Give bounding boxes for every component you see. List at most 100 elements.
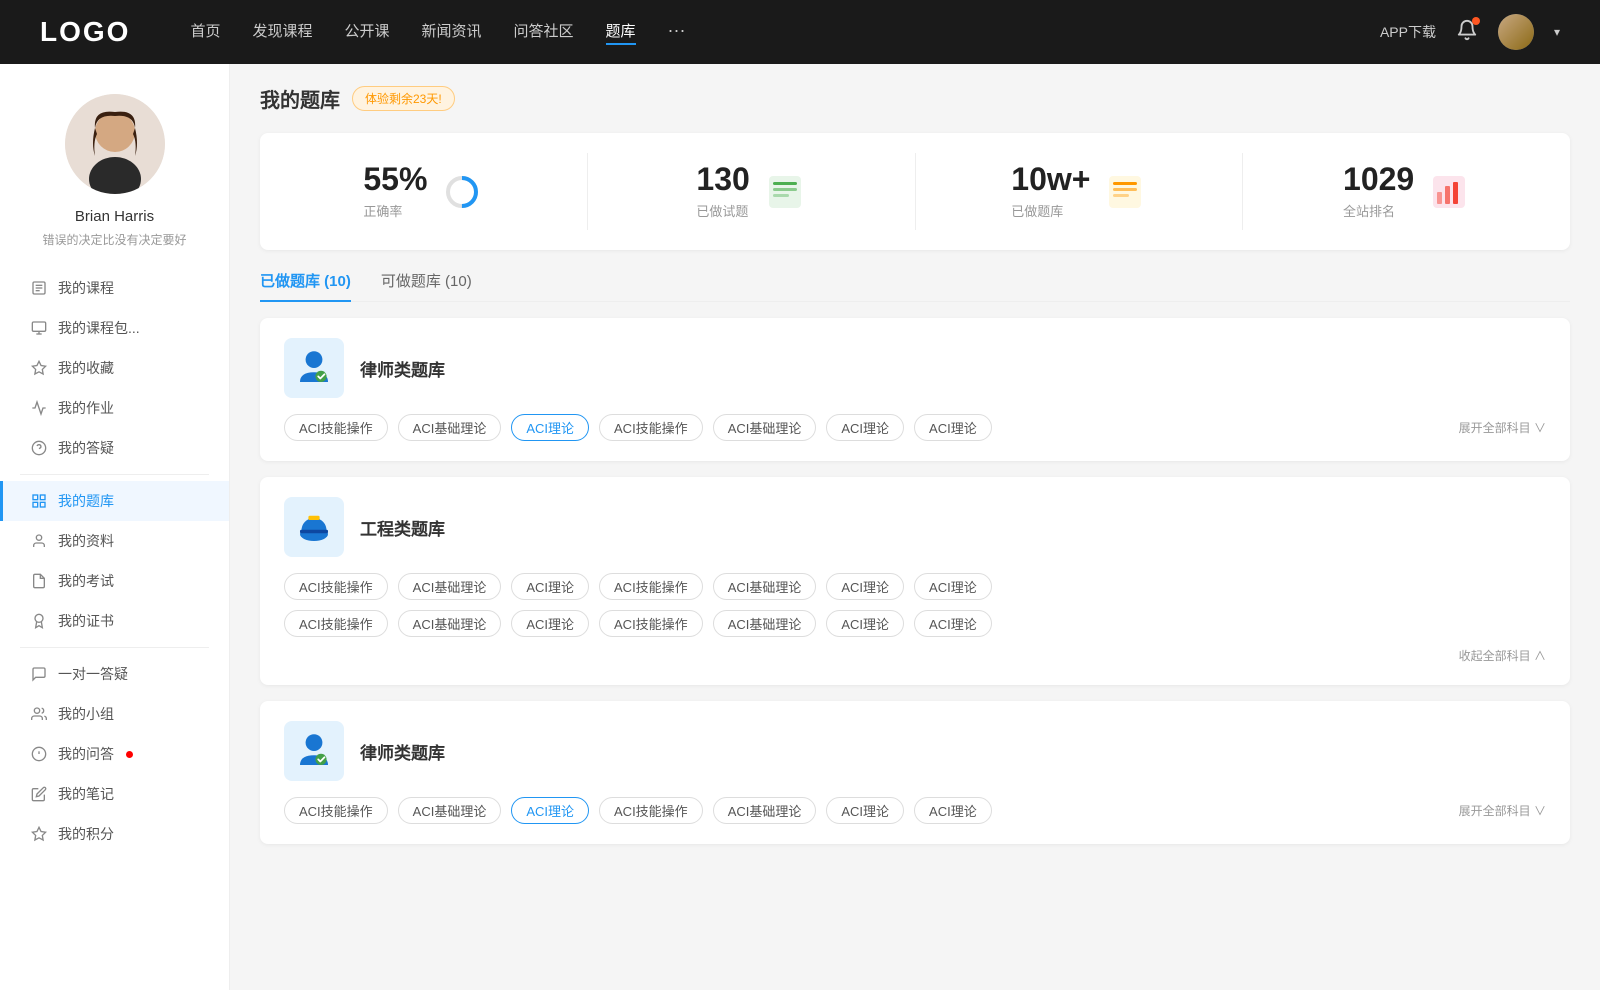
person-icon [30, 532, 48, 550]
tag-2-r2-0[interactable]: ACI技能操作 [284, 610, 388, 637]
nav-more[interactable]: ··· [668, 20, 686, 45]
expand-link-3[interactable]: 展开全部科目 ∨ [1459, 802, 1546, 819]
bank-card-tags-2-row1: ACI技能操作 ACI基础理论 ACI理论 ACI技能操作 ACI基础理论 AC… [284, 573, 1546, 600]
tag-1-3[interactable]: ACI技能操作 [599, 414, 703, 441]
bank-card-engineer: 工程类题库 ACI技能操作 ACI基础理论 ACI理论 ACI技能操作 ACI基… [260, 477, 1570, 685]
tag-1-5[interactable]: ACI理论 [826, 414, 904, 441]
sidebar-item-my-courses[interactable]: 我的课程 [0, 268, 229, 308]
star-icon [30, 359, 48, 377]
tag-2-r2-3[interactable]: ACI技能操作 [599, 610, 703, 637]
bank-card-tags-1: ACI技能操作 ACI基础理论 ACI理论 ACI技能操作 ACI基础理论 AC… [284, 414, 1546, 441]
tab-done-banks[interactable]: 已做题库 (10) [260, 270, 351, 301]
tag-2-r2-6[interactable]: ACI理论 [914, 610, 992, 637]
nav-home[interactable]: 首页 [190, 20, 220, 45]
collapse-link-2[interactable]: 收起全部科目 ∧ [1459, 649, 1546, 663]
tag-3-6[interactable]: ACI理论 [914, 797, 992, 824]
notification-red-dot [126, 751, 133, 758]
tag-2-r2-1[interactable]: ACI基础理论 [398, 610, 502, 637]
stat-done-questions: 130 已做试题 [588, 153, 916, 230]
doc-icon [30, 399, 48, 417]
sidebar-item-my-questions[interactable]: 我的问答 [0, 734, 229, 774]
sidebar-item-question-bank[interactable]: 我的题库 [0, 481, 229, 521]
stat-accuracy: 55% 正确率 [260, 153, 588, 230]
tag-1-2[interactable]: ACI理论 [511, 414, 589, 441]
q-icon [30, 745, 48, 763]
logo[interactable]: LOGO [40, 16, 130, 48]
sidebar-item-my-profile[interactable]: 我的资料 [0, 521, 229, 561]
nav-open-course[interactable]: 公开课 [344, 20, 389, 45]
tag-3-0[interactable]: ACI技能操作 [284, 797, 388, 824]
nav-discover[interactable]: 发现课程 [252, 20, 312, 45]
group-icon [30, 705, 48, 723]
sidebar-avatar [65, 94, 165, 194]
notification-bell[interactable] [1456, 19, 1478, 46]
bank-card-tags-2-row2: ACI技能操作 ACI基础理论 ACI理论 ACI技能操作 ACI基础理论 AC… [284, 610, 1546, 637]
expand-link-1[interactable]: 展开全部科目 ∨ [1459, 419, 1546, 436]
points-icon [30, 825, 48, 843]
sidebar-item-homework[interactable]: 我的作业 [0, 388, 229, 428]
tag-2-6[interactable]: ACI理论 [914, 573, 992, 600]
sidebar-item-favorites[interactable]: 我的收藏 [0, 348, 229, 388]
sidebar-item-my-qa[interactable]: 我的答疑 [0, 428, 229, 468]
stats-row: 55% 正确率 130 已做试题 [260, 133, 1570, 250]
chat-icon [30, 665, 48, 683]
bank-card-title-3: 律师类题库 [360, 739, 445, 764]
tag-1-0[interactable]: ACI技能操作 [284, 414, 388, 441]
main-content: 我的题库 体验剩余23天! 55% 正确率 [230, 64, 1600, 990]
sidebar-item-my-notes[interactable]: 我的笔记 [0, 774, 229, 814]
tabs-row: 已做题库 (10) 可做题库 (10) [260, 270, 1570, 302]
nav-links: 首页 发现课程 公开课 新闻资讯 问答社区 题库 ··· [190, 20, 1380, 45]
tag-1-1[interactable]: ACI基础理论 [398, 414, 502, 441]
bank-card-header-1: 律师类题库 [284, 338, 1546, 398]
user-avatar[interactable] [1498, 14, 1534, 50]
stat-accuracy-label: 正确率 [363, 201, 427, 220]
stat-done-banks-value: 10w+ [1011, 163, 1090, 195]
sidebar-item-my-group[interactable]: 我的小组 [0, 694, 229, 734]
tag-2-1[interactable]: ACI基础理论 [398, 573, 502, 600]
tag-2-5[interactable]: ACI理论 [826, 573, 904, 600]
tag-2-r2-5[interactable]: ACI理论 [826, 610, 904, 637]
nav-question-bank[interactable]: 题库 [606, 20, 636, 45]
bank-card-header-3: 律师类题库 [284, 721, 1546, 781]
tag-2-2[interactable]: ACI理论 [511, 573, 589, 600]
divider1 [20, 474, 209, 475]
sidebar-item-my-exam[interactable]: 我的考试 [0, 561, 229, 601]
tag-2-r2-2[interactable]: ACI理论 [511, 610, 589, 637]
table-orange-icon [1104, 171, 1146, 213]
stat-done-banks: 10w+ 已做题库 [916, 153, 1244, 230]
tag-2-0[interactable]: ACI技能操作 [284, 573, 388, 600]
app-download-btn[interactable]: APP下载 [1380, 22, 1436, 42]
question-icon [30, 439, 48, 457]
nav-news[interactable]: 新闻资讯 [422, 20, 482, 45]
tag-3-4[interactable]: ACI基础理论 [713, 797, 817, 824]
sidebar-item-course-package[interactable]: 我的课程包... [0, 308, 229, 348]
cert-icon [30, 612, 48, 630]
tag-2-r2-4[interactable]: ACI基础理论 [713, 610, 817, 637]
tag-1-4[interactable]: ACI基础理论 [713, 414, 817, 441]
divider2 [20, 647, 209, 648]
tag-3-2[interactable]: ACI理论 [511, 797, 589, 824]
trial-badge: 体验剩余23天! [352, 86, 455, 111]
tag-1-6[interactable]: ACI理论 [914, 414, 992, 441]
sidebar-item-certificate[interactable]: 我的证书 [0, 601, 229, 641]
tag-3-5[interactable]: ACI理论 [826, 797, 904, 824]
bank-card-tags-3: ACI技能操作 ACI基础理论 ACI理论 ACI技能操作 ACI基础理论 AC… [284, 797, 1546, 824]
bank-card-lawyer-3: 律师类题库 ACI技能操作 ACI基础理论 ACI理论 ACI技能操作 ACI基… [260, 701, 1570, 844]
tag-3-3[interactable]: ACI技能操作 [599, 797, 703, 824]
user-menu-chevron[interactable]: ▾ [1554, 25, 1560, 39]
tag-2-3[interactable]: ACI技能操作 [599, 573, 703, 600]
notification-dot [1472, 17, 1480, 25]
bank-card-header-2: 工程类题库 [284, 497, 1546, 557]
tab-todo-banks[interactable]: 可做题库 (10) [381, 270, 472, 301]
page-title: 我的题库 [260, 84, 340, 113]
nav-qa[interactable]: 问答社区 [514, 20, 574, 45]
sidebar-item-my-points[interactable]: 我的积分 [0, 814, 229, 854]
sidebar-item-1on1-qa[interactable]: 一对一答疑 [0, 654, 229, 694]
lawyer-bank-icon-1 [284, 338, 344, 398]
tag-2-4[interactable]: ACI基础理论 [713, 573, 817, 600]
tag-3-1[interactable]: ACI基础理论 [398, 797, 502, 824]
bank-card-lawyer-1: 律师类题库 ACI技能操作 ACI基础理论 ACI理论 ACI技能操作 ACI基… [260, 318, 1570, 461]
stat-accuracy-value: 55% [363, 163, 427, 195]
grid-icon [30, 492, 48, 510]
navbar-right: APP下载 ▾ [1380, 14, 1560, 50]
